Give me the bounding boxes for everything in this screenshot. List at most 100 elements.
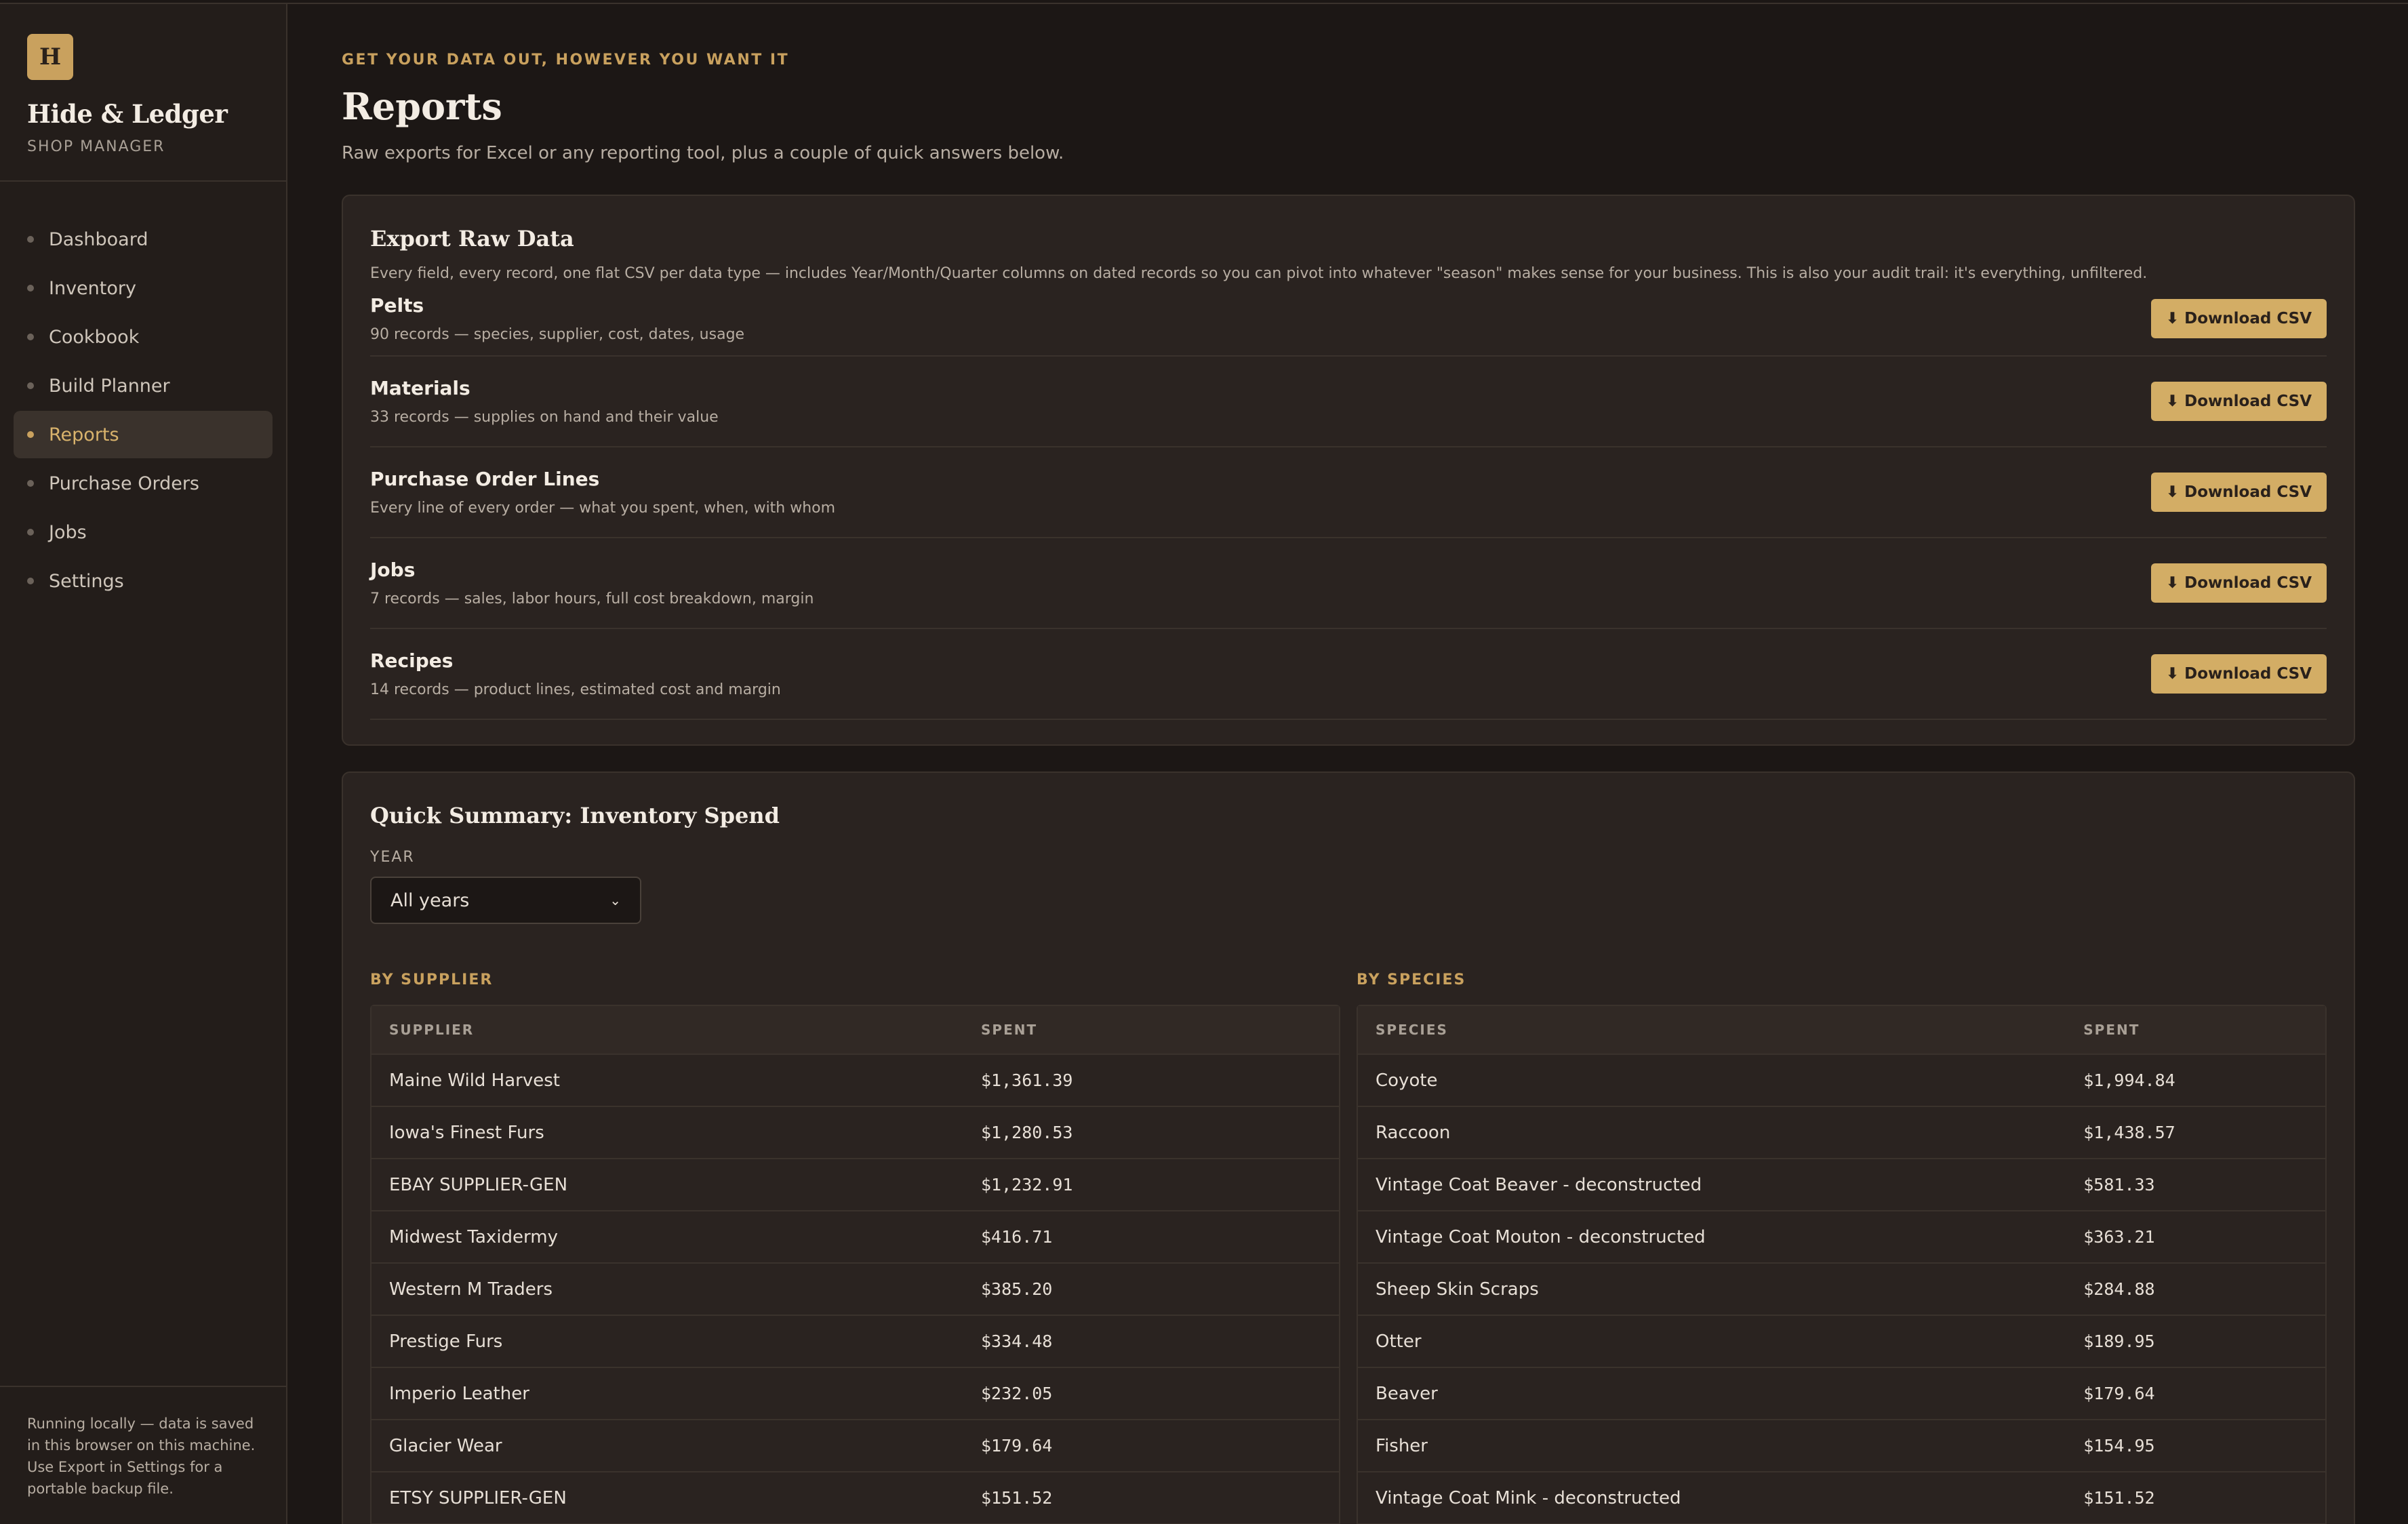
by-species-heading: BY SPECIES bbox=[1357, 971, 1466, 988]
table-row: Fisher $154.95 bbox=[1358, 1420, 2325, 1472]
download-csv-button[interactable]: ⬇ Download CSV bbox=[2150, 563, 2327, 603]
supplier-cell: Midwest Taxidermy bbox=[389, 1226, 558, 1247]
sidebar-item-reports[interactable]: Reports bbox=[14, 411, 273, 458]
supplier-cell: Maine Wild Harvest bbox=[389, 1070, 560, 1091]
column-header-spent[interactable]: SPENT bbox=[2083, 1022, 2325, 1038]
sidebar: H Hide & Ledger SHOP MANAGER Dashboard I… bbox=[0, 4, 287, 1524]
summary-title: Quick Summary: Inventory Spend bbox=[370, 803, 780, 828]
table-row: Vintage Coat Mouton - deconstructed $363.… bbox=[1358, 1211, 2325, 1264]
table-row: Raccoon $1,438.57 bbox=[1358, 1107, 2325, 1159]
export-row-recipes: Recipes 14 records — product lines, estim… bbox=[370, 629, 2327, 720]
spent-cell: $363.21 bbox=[2083, 1227, 2155, 1247]
sidebar-item-build-planner[interactable]: Build Planner bbox=[14, 362, 273, 409]
bullet-icon bbox=[27, 334, 34, 340]
table-row: Vintage Coat Mink - deconstructed $151.52 bbox=[1358, 1472, 2325, 1524]
export-description: Every field, every record, one flat CSV … bbox=[370, 265, 2148, 282]
year-select-value: All years bbox=[390, 889, 470, 911]
download-csv-button[interactable]: ⬇ Download CSV bbox=[2150, 473, 2327, 512]
bullet-icon bbox=[27, 578, 34, 584]
main-content: GET YOUR DATA OUT, HOWEVER YOU WANT IT R… bbox=[287, 4, 2408, 1524]
species-table: SPECIES SPENT Coyote $1,994.84 Raccoon $1,… bbox=[1357, 1005, 2327, 1524]
export-row-materials: Materials 33 records — supplies on hand a… bbox=[370, 357, 2327, 447]
sidebar-item-label: Settings bbox=[49, 570, 124, 592]
download-icon: ⬇ bbox=[2165, 665, 2180, 683]
table-row: Beaver $179.64 bbox=[1358, 1368, 2325, 1420]
year-select[interactable]: All years ⌄ bbox=[370, 877, 641, 924]
spent-cell: $151.52 bbox=[2083, 1488, 2155, 1508]
button-label: Download CSV bbox=[2184, 483, 2312, 501]
sidebar-item-purchase-orders[interactable]: Purchase Orders bbox=[14, 460, 273, 507]
export-row-jobs: Jobs 7 records — sales, labor hours, full… bbox=[370, 538, 2327, 629]
table-row: Otter $189.95 bbox=[1358, 1316, 2325, 1368]
spent-cell: $416.71 bbox=[981, 1227, 1053, 1247]
brand-name: Hide & Ledger bbox=[27, 99, 228, 129]
brand-logo: H bbox=[27, 34, 73, 80]
brand: H Hide & Ledger SHOP MANAGER bbox=[0, 4, 286, 182]
download-icon: ⬇ bbox=[2165, 483, 2180, 501]
sidebar-item-label: Dashboard bbox=[49, 228, 148, 250]
download-csv-button[interactable]: ⬇ Download CSV bbox=[2150, 299, 2327, 338]
species-cell: Raccoon bbox=[1376, 1122, 1451, 1143]
download-icon: ⬇ bbox=[2165, 310, 2180, 327]
species-cell: Vintage Coat Mouton - deconstructed bbox=[1376, 1226, 1706, 1247]
sidebar-footer-note: Running locally — data is saved in this … bbox=[0, 1386, 286, 1524]
download-csv-button[interactable]: ⬇ Download CSV bbox=[2150, 382, 2327, 421]
sidebar-item-cookbook[interactable]: Cookbook bbox=[14, 313, 273, 361]
spent-cell: $334.48 bbox=[981, 1331, 1053, 1351]
sidebar-item-settings[interactable]: Settings bbox=[14, 557, 273, 605]
species-cell: Fisher bbox=[1376, 1435, 1428, 1456]
table-row: Glacier Wear $179.64 bbox=[372, 1420, 1339, 1472]
supplier-cell: Iowa's Finest Furs bbox=[389, 1122, 544, 1143]
chevron-down-icon: ⌄ bbox=[609, 892, 621, 908]
download-icon: ⬇ bbox=[2165, 393, 2180, 410]
export-title: Export Raw Data bbox=[370, 226, 574, 252]
page-eyebrow: GET YOUR DATA OUT, HOWEVER YOU WANT IT bbox=[342, 52, 790, 68]
export-row-title: Purchase Order Lines bbox=[370, 468, 600, 490]
export-row-desc: 14 records — product lines, estimated co… bbox=[370, 681, 781, 698]
sidebar-item-label: Inventory bbox=[49, 277, 136, 299]
table-row: Midwest Taxidermy $416.71 bbox=[372, 1211, 1339, 1264]
sidebar-item-inventory[interactable]: Inventory bbox=[14, 264, 273, 312]
species-cell: Otter bbox=[1376, 1331, 1422, 1352]
supplier-cell: Prestige Furs bbox=[389, 1331, 503, 1352]
spent-cell: $1,232.91 bbox=[981, 1175, 1073, 1195]
by-supplier-heading: BY SUPPLIER bbox=[370, 971, 494, 988]
spent-cell: $179.64 bbox=[2083, 1384, 2155, 1403]
table-row: Prestige Furs $334.48 bbox=[372, 1316, 1339, 1368]
app-window: H Hide & Ledger SHOP MANAGER Dashboard I… bbox=[0, 3, 2408, 1524]
sidebar-item-label: Cookbook bbox=[49, 326, 140, 348]
table-row: Iowa's Finest Furs $1,280.53 bbox=[372, 1107, 1339, 1159]
export-row-pelts: Pelts 90 records — species, supplier, cos… bbox=[370, 282, 2327, 357]
button-label: Download CSV bbox=[2184, 574, 2312, 592]
species-cell: Vintage Coat Mink - deconstructed bbox=[1376, 1487, 1681, 1508]
column-header-spent[interactable]: SPENT bbox=[981, 1022, 1339, 1038]
export-row-title: Materials bbox=[370, 377, 470, 399]
button-label: Download CSV bbox=[2184, 310, 2312, 327]
spent-cell: $232.05 bbox=[981, 1384, 1053, 1403]
supplier-cell: Imperio Leather bbox=[389, 1383, 529, 1404]
bullet-icon bbox=[27, 285, 34, 292]
table-row: Sheep Skin Scraps $284.88 bbox=[1358, 1264, 2325, 1316]
supplier-cell: Western M Traders bbox=[389, 1279, 553, 1300]
summary-card: Quick Summary: Inventory Spend YEAR All … bbox=[342, 771, 2355, 1524]
spent-cell: $1,361.39 bbox=[981, 1070, 1073, 1090]
table-row: EBAY SUPPLIER-GEN $1,232.91 bbox=[372, 1159, 1339, 1211]
column-header-supplier[interactable]: SUPPLIER bbox=[372, 1022, 981, 1038]
export-row-desc: 90 records — species, supplier, cost, da… bbox=[370, 326, 745, 343]
sidebar-item-dashboard[interactable]: Dashboard bbox=[14, 216, 273, 263]
by-supplier-section: BY SUPPLIER SUPPLIER SPENT Maine Wild Ha… bbox=[370, 971, 1340, 1524]
download-csv-button[interactable]: ⬇ Download CSV bbox=[2150, 654, 2327, 694]
button-label: Download CSV bbox=[2184, 665, 2312, 683]
table-row: Vintage Coat Beaver - deconstructed $581.… bbox=[1358, 1159, 2325, 1211]
bullet-icon bbox=[27, 529, 34, 536]
bullet-icon bbox=[27, 236, 34, 243]
spent-cell: $1,280.53 bbox=[981, 1123, 1073, 1142]
table-row: Maine Wild Harvest $1,361.39 bbox=[372, 1055, 1339, 1107]
sidebar-item-jobs[interactable]: Jobs bbox=[14, 508, 273, 556]
spent-cell: $179.64 bbox=[981, 1436, 1053, 1456]
column-header-species[interactable]: SPECIES bbox=[1358, 1022, 2083, 1038]
bullet-icon bbox=[27, 382, 34, 389]
spent-cell: $154.95 bbox=[2083, 1436, 2155, 1456]
table-row: Coyote $1,994.84 bbox=[1358, 1055, 2325, 1107]
table-row: ETSY SUPPLIER-GEN $151.52 bbox=[372, 1472, 1339, 1524]
